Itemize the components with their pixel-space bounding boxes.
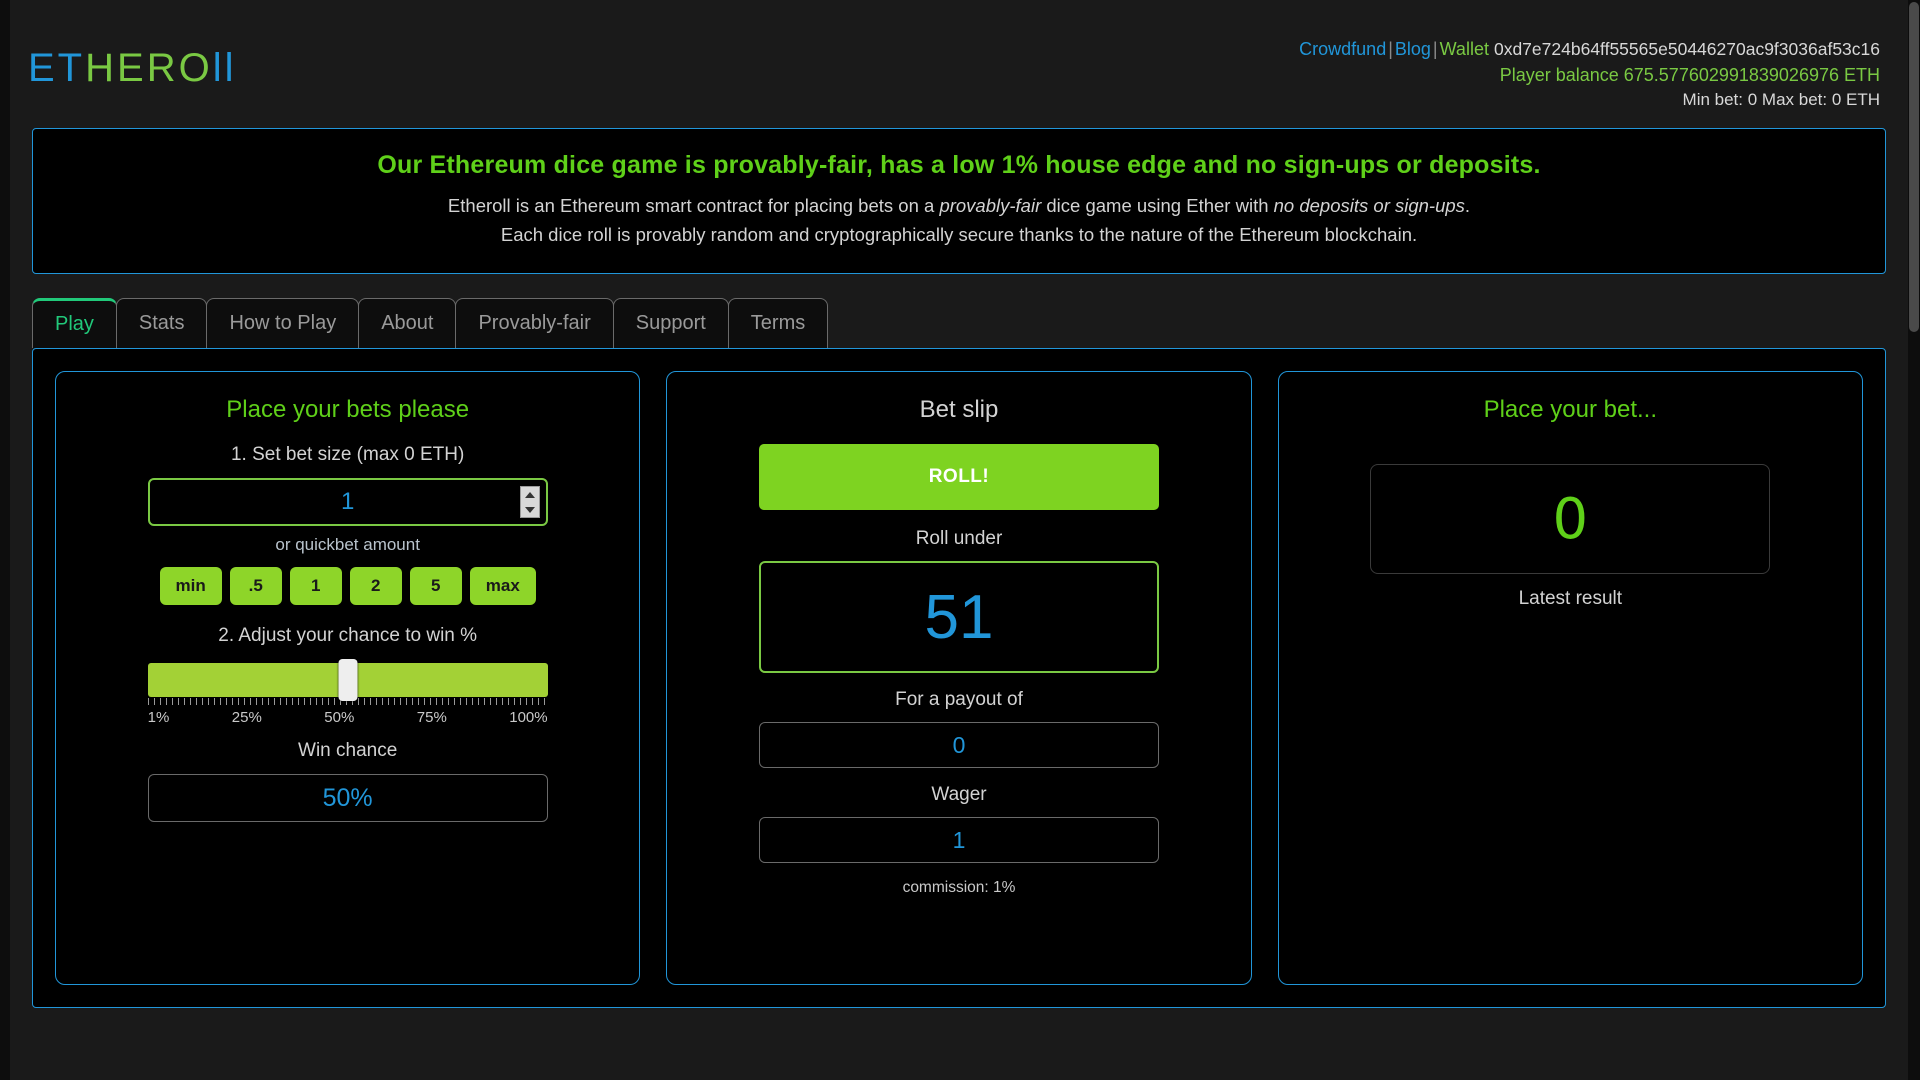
slider-tick-1: 1% — [148, 709, 170, 726]
win-chance-slider[interactable] — [148, 663, 548, 697]
banner-line2-em: provably-fair — [939, 195, 1041, 216]
slider-tick-25: 25% — [232, 709, 262, 726]
latest-result-box: 0 — [1370, 464, 1770, 574]
quickbet-5-button[interactable]: 5 — [410, 567, 462, 605]
result-panel-title: Place your bet... — [1484, 396, 1657, 424]
page-content: ETHEROll Crowdfund|Blog|Wallet 0xd7e724b… — [10, 8, 1908, 1076]
slider-tick-labels: 1% 25% 50% 75% 100% — [148, 709, 548, 726]
bet-size-label: 1. Set bet size (max 0 ETH) — [231, 444, 464, 466]
banner-line-2: Etheroll is an Ethereum smart contract f… — [53, 192, 1865, 221]
stepper-down-icon[interactable] — [525, 507, 535, 513]
blog-link[interactable]: Blog — [1395, 39, 1431, 59]
tab-about[interactable]: About — [358, 298, 456, 348]
slider-tick-100: 100% — [509, 709, 547, 726]
win-chance-step-label: 2. Adjust your chance to win % — [218, 625, 477, 647]
slider-tick-75: 75% — [417, 709, 447, 726]
crowdfund-link[interactable]: Crowdfund — [1299, 39, 1386, 59]
min-max-bet: Min bet: 0 Max bet: 0 ETH — [1299, 88, 1880, 113]
payout-label: For a payout of — [895, 689, 1023, 711]
tab-bar: Play Stats How to Play About Provably-fa… — [32, 296, 1908, 348]
quickbet-min-button[interactable]: min — [160, 567, 222, 605]
bet-slip-panel: Bet slip ROLL! Roll under 51 For a payou… — [666, 371, 1251, 985]
quickbet-1-button[interactable]: 1 — [290, 567, 342, 605]
link-separator-1: | — [1386, 39, 1395, 59]
quickbet-point5-button[interactable]: .5 — [230, 567, 282, 605]
quickbet-buttons: min .5 1 2 5 max — [160, 567, 536, 605]
slider-thumb[interactable] — [338, 659, 357, 701]
quickbet-2-button[interactable]: 2 — [350, 567, 402, 605]
logo-part-ll: ll — [213, 46, 237, 90]
stepper-up-icon[interactable] — [525, 492, 535, 498]
tab-play[interactable]: Play — [32, 298, 117, 348]
site-header: ETHEROll Crowdfund|Blog|Wallet 0xd7e724b… — [10, 8, 1908, 128]
latest-result-value: 0 — [1552, 487, 1588, 552]
banner-line2-em2: no deposits or sign-ups — [1274, 195, 1465, 216]
roll-button[interactable]: ROLL! — [759, 444, 1159, 510]
commission-note: commission: 1% — [903, 879, 1016, 897]
link-separator-2: | — [1431, 39, 1440, 59]
logo-part-et: ET — [28, 46, 85, 90]
banner-line2-b: dice game using Ether with — [1041, 195, 1273, 216]
latest-result-caption: Latest result — [1519, 588, 1623, 610]
banner-line2-a: Etheroll is an Ethereum smart contract f… — [448, 195, 940, 216]
result-panel: Place your bet... 0 Latest result — [1278, 371, 1863, 985]
wallet-address: 0xd7e724b64ff55565e50446270ac9f3036af53c… — [1494, 39, 1880, 59]
bet-size-input[interactable]: 1 — [148, 478, 548, 526]
tab-stats[interactable]: Stats — [116, 298, 208, 348]
left-panel-title: Place your bets please — [226, 396, 469, 424]
header-links-block: Crowdfund|Blog|Wallet 0xd7e724b64ff55565… — [1299, 36, 1880, 113]
bet-size-value: 1 — [150, 488, 546, 516]
tab-how-to-play[interactable]: How to Play — [206, 298, 359, 348]
player-balance: Player balance 675.577602991839026976 ET… — [1299, 62, 1880, 88]
win-chance-label: Win chance — [298, 740, 397, 762]
wager-label: Wager — [931, 784, 986, 806]
roll-under-value: 51 — [759, 561, 1159, 673]
wager-value: 1 — [759, 817, 1159, 863]
bet-slip-title: Bet slip — [920, 396, 999, 424]
play-tab-content: Place your bets please 1. Set bet size (… — [32, 348, 1886, 1008]
etheroll-logo[interactable]: ETHEROll — [28, 46, 236, 91]
win-chance-value: 50% — [148, 774, 548, 822]
slider-tick-50: 50% — [324, 709, 354, 726]
quickbet-label: or quickbet amount — [275, 535, 420, 555]
banner-line-3: Each dice roll is provably random and cr… — [53, 221, 1865, 250]
scrollbar-thumb[interactable] — [1909, 2, 1919, 332]
bet-config-panel: Place your bets please 1. Set bet size (… — [55, 371, 640, 985]
payout-value: 0 — [759, 722, 1159, 768]
wallet-link[interactable]: Wallet — [1440, 39, 1489, 59]
app-window: ETHEROll Crowdfund|Blog|Wallet 0xd7e724b… — [0, 0, 1920, 1080]
page-scrollbar[interactable] — [1908, 0, 1920, 1080]
banner-line2-c: . — [1465, 195, 1470, 216]
tab-support[interactable]: Support — [613, 298, 729, 348]
intro-banner: Our Ethereum dice game is provably-fair,… — [32, 128, 1886, 274]
bet-size-stepper[interactable] — [520, 486, 540, 518]
win-chance-slider-wrap: 1% 25% 50% 75% 100% — [148, 663, 548, 726]
tab-provably-fair[interactable]: Provably-fair — [455, 298, 613, 348]
banner-headline: Our Ethereum dice game is provably-fair,… — [53, 151, 1865, 180]
logo-part-hero: HERO — [85, 46, 213, 90]
header-links-line: Crowdfund|Blog|Wallet 0xd7e724b64ff55565… — [1299, 36, 1880, 62]
roll-under-label: Roll under — [916, 528, 1003, 550]
quickbet-max-button[interactable]: max — [470, 567, 536, 605]
tab-terms[interactable]: Terms — [728, 298, 828, 348]
